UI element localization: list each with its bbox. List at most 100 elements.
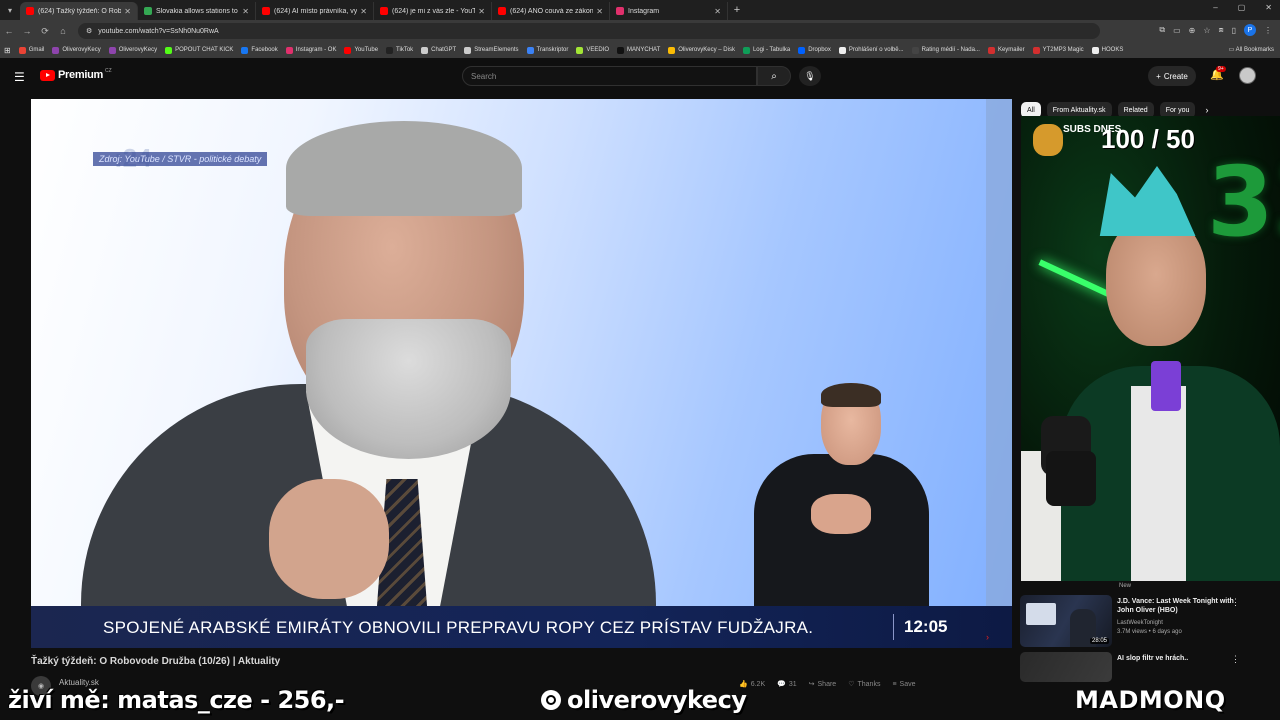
bookmark-item[interactable]: OliverovyKecy: [52, 46, 101, 54]
search-input[interactable]: Search: [462, 66, 757, 86]
bookmark-label: OliverovyKecy: [62, 47, 101, 53]
bookmark-item[interactable]: HOOKS: [1091, 46, 1123, 54]
tab-close-icon[interactable]: ✕: [124, 7, 131, 16]
bookmark-item[interactable]: TikTok: [386, 46, 413, 54]
comment-count: 31: [788, 680, 797, 688]
bookmark-label: ChatGPT: [431, 47, 457, 53]
bookmark-item[interactable]: Prohlášení o volbě...: [838, 46, 904, 54]
bookmark-item[interactable]: Logi - Tabulka: [742, 46, 790, 54]
bookmark-item[interactable]: MANYCHAT: [617, 46, 660, 54]
document-icon: [838, 46, 846, 54]
recommendation-thumbnail[interactable]: [1020, 652, 1112, 682]
new-label: New: [1119, 583, 1132, 589]
browser-menu-icon[interactable]: ⋮: [1264, 26, 1272, 35]
tab-close-icon[interactable]: ✕: [360, 7, 367, 16]
bookmark-item[interactable]: OliverovyKecy – Disk: [668, 46, 735, 54]
birthday-hat: [1099, 166, 1196, 236]
toolbar-right: ⧉ ▭ ⊕ ☆ ⧈ ▯ P ⋮: [1159, 24, 1272, 36]
cast-icon[interactable]: ▭: [1173, 26, 1181, 35]
share-button[interactable]: ↪ Share: [809, 680, 837, 689]
voice-search-button[interactable]: 🎙: [799, 66, 821, 86]
sidebar-icon[interactable]: ▯: [1232, 26, 1236, 35]
minimize-icon[interactable]: –: [1213, 3, 1217, 12]
bookmark-label: Dropbox: [808, 47, 831, 53]
bookmark-label: OliverovyKecy: [118, 47, 158, 53]
bookmark-item[interactable]: Facebook: [241, 46, 278, 54]
forward-icon[interactable]: →: [18, 26, 36, 36]
streamer-shirt: [1131, 386, 1186, 581]
bookmark-item[interactable]: Gmail: [18, 46, 44, 54]
browser-tab-6[interactable]: Instagram ✕: [610, 2, 728, 20]
bookmark-label: POPOUT CHAT KICK: [175, 47, 234, 53]
tab-search-icon[interactable]: ▾: [0, 0, 20, 20]
bookmark-item[interactable]: YouTube: [344, 46, 378, 54]
browser-tab-1[interactable]: (624) Ťažký týždeň: O Robovode ✕: [20, 2, 138, 20]
recommendation-thumbnail[interactable]: 28:05: [1020, 595, 1112, 647]
video-player[interactable]: :24 Zdroj: YouTube / STVR - politické de…: [31, 99, 1012, 648]
tab-close-icon[interactable]: ✕: [478, 7, 485, 16]
site-info-icon[interactable]: ⚙: [86, 27, 92, 35]
recommendation-title[interactable]: AI slop filtr ve hrách..: [1117, 654, 1242, 663]
browser-tab-3[interactable]: (624) AI místo právníka, vyhoze ✕: [256, 2, 374, 20]
all-bookmarks-folder[interactable]: ▭ All Bookmarks: [1229, 46, 1274, 53]
bookmark-item[interactable]: ChatGPT: [421, 46, 457, 54]
player-edge: [986, 99, 1012, 606]
translate-icon[interactable]: ⧉: [1159, 25, 1165, 35]
account-avatar[interactable]: [1239, 67, 1256, 84]
zoom-icon[interactable]: ⊕: [1189, 26, 1196, 35]
bookmark-item[interactable]: YT2MP3 Magic: [1032, 46, 1084, 54]
more-options-icon[interactable]: ⋮: [1231, 654, 1240, 665]
close-window-icon[interactable]: ✕: [1265, 3, 1272, 12]
youtube-favicon-icon: [26, 7, 34, 15]
comments-button[interactable]: 💬 31: [777, 680, 797, 689]
bookmark-item[interactable]: Rating médií - Nada...: [911, 46, 980, 54]
thanks-button[interactable]: ♡ Thanks: [848, 680, 880, 689]
hamburger-menu-icon[interactable]: ☰: [14, 70, 25, 84]
reload-icon[interactable]: ⟳: [36, 26, 54, 37]
more-options-icon[interactable]: ⋮: [1231, 597, 1240, 608]
youtube-logo[interactable]: Premium CZ: [40, 68, 112, 81]
profile-avatar[interactable]: P: [1244, 24, 1256, 36]
bookmark-item[interactable]: Dropbox: [798, 46, 831, 54]
manychat-icon: [617, 46, 625, 54]
bookmark-item[interactable]: Instagram - OK: [285, 46, 336, 54]
new-tab-button[interactable]: +: [728, 4, 746, 16]
tab-close-icon[interactable]: ✕: [242, 7, 249, 16]
browser-tab-5[interactable]: (624) ANO couvá ze zákona o ✕: [492, 2, 610, 20]
bookmark-item[interactable]: OliverovyKecy: [108, 46, 158, 54]
sponsor-overlay: MADMONQ: [1075, 686, 1226, 714]
recommendation-item[interactable]: 28:05 J.D. Vance: Last Week Tonight with…: [1020, 595, 1280, 650]
bookmark-item[interactable]: VEEDIO: [576, 46, 609, 54]
apps-icon[interactable]: ⊞: [4, 46, 11, 55]
bookmark-item[interactable]: POPOUT CHAT KICK: [165, 46, 234, 54]
back-icon[interactable]: ←: [0, 26, 18, 36]
ticker-time: 12:05: [904, 617, 948, 636]
chevron-right-icon[interactable]: ›: [1205, 105, 1208, 115]
extensions-icon[interactable]: ⧈: [1219, 25, 1224, 35]
browser-tab-4[interactable]: (624) je mi z vás zle - YouTube ✕: [374, 2, 492, 20]
url-field[interactable]: ⚙ youtube.com/watch?v=SsNh0Nu0RwA: [78, 23, 1100, 39]
recommendation-title[interactable]: J.D. Vance: Last Week Tonight with John …: [1117, 597, 1242, 615]
bookmark-label: Transkriptor: [536, 47, 569, 53]
youtube-icon: [344, 46, 352, 54]
maximize-icon[interactable]: ▢: [1238, 3, 1246, 12]
bookmark-item[interactable]: Transkriptor: [526, 46, 569, 54]
youtube-favicon-icon: [498, 7, 506, 15]
browser-tab-2[interactable]: Slovakia allows stations to set l ✕: [138, 2, 256, 20]
bookmark-label: Rating médií - Nada...: [921, 47, 980, 53]
home-icon[interactable]: ⌂: [54, 26, 72, 36]
save-button[interactable]: ≡ Save: [892, 680, 915, 688]
search-button[interactable]: ⌕: [757, 66, 791, 86]
create-button[interactable]: + Create: [1148, 66, 1196, 86]
bookmark-label: StreamElements: [474, 47, 519, 53]
bookmark-label: Facebook: [251, 47, 278, 53]
bookmark-item[interactable]: Keymailer: [987, 46, 1025, 54]
bookmark-star-icon[interactable]: ☆: [1203, 26, 1210, 35]
bookmark-item[interactable]: StreamElements: [464, 46, 519, 54]
recommendation-item[interactable]: AI slop filtr ve hrách.. ⋮: [1020, 652, 1280, 682]
tab-close-icon[interactable]: ✕: [596, 7, 603, 16]
tab-close-icon[interactable]: ✕: [714, 7, 721, 16]
youtube-header: ☰ Premium CZ Search ⌕ 🎙 + Create 🔔 9+: [0, 58, 1280, 94]
create-label: Create: [1163, 71, 1188, 81]
country-code: CZ: [104, 68, 112, 74]
